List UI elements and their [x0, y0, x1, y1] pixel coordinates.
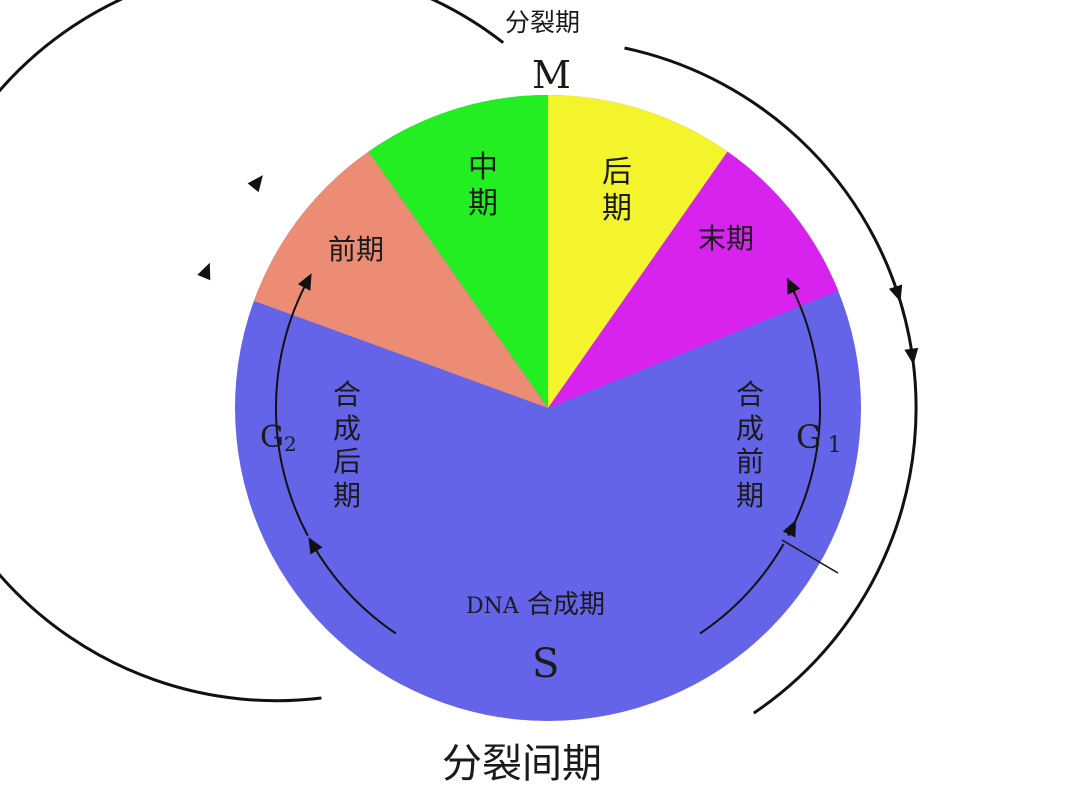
g2-letter-g: G [260, 420, 284, 455]
g1-text: 合 成 前 期 [733, 378, 767, 512]
g1-letter: G1 [796, 421, 842, 457]
cell-cycle-diagram: 分裂期 M 分裂间期 前期 中 期 后 期 末期 G2 合 成 后 期 G1 合… [0, 0, 1080, 810]
g1-letter-g: G [796, 418, 822, 456]
s-phase-text: DNA 合成期 [466, 592, 605, 618]
arrowhead [888, 284, 903, 302]
g2-text: 合 成 后 期 [330, 378, 364, 512]
cell-cycle-wheel [0, 0, 919, 721]
g1-char-3: 前 [735, 445, 764, 479]
s-phase-dna: DNA [466, 594, 519, 619]
anaphase-label: 后 期 [600, 155, 634, 227]
s-phase-letter: S [532, 641, 560, 687]
s-phase-name: 合成期 [527, 590, 606, 620]
g1-char-1: 合 [735, 378, 764, 411]
anaphase-char-2: 期 [602, 191, 632, 226]
g1-char-2: 成 [735, 411, 764, 445]
arrowhead [247, 175, 263, 193]
interphase-title: 分裂间期 [442, 741, 602, 787]
m-phase-letter: M [532, 53, 571, 97]
g2-letter: G2 [260, 420, 297, 456]
prophase-label: 前期 [328, 233, 385, 266]
telophase-label: 末期 [698, 222, 755, 255]
metaphase-char-1: 中 [468, 150, 498, 185]
metaphase-char-2: 期 [468, 186, 498, 221]
g1-char-4: 期 [735, 478, 764, 512]
g2-char-3: 后 [332, 445, 361, 479]
g1-subscript: 1 [827, 433, 842, 458]
metaphase-label: 中 期 [466, 150, 500, 222]
g2-subscript: 2 [283, 432, 297, 456]
mitosis-title: 分裂期 [505, 8, 581, 37]
g2-char-2: 成 [332, 411, 361, 445]
anaphase-char-1: 后 [602, 155, 632, 190]
g2-char-4: 期 [332, 478, 361, 512]
g2-char-1: 合 [332, 378, 361, 411]
arrowhead [197, 262, 211, 281]
arrowhead [904, 347, 919, 365]
